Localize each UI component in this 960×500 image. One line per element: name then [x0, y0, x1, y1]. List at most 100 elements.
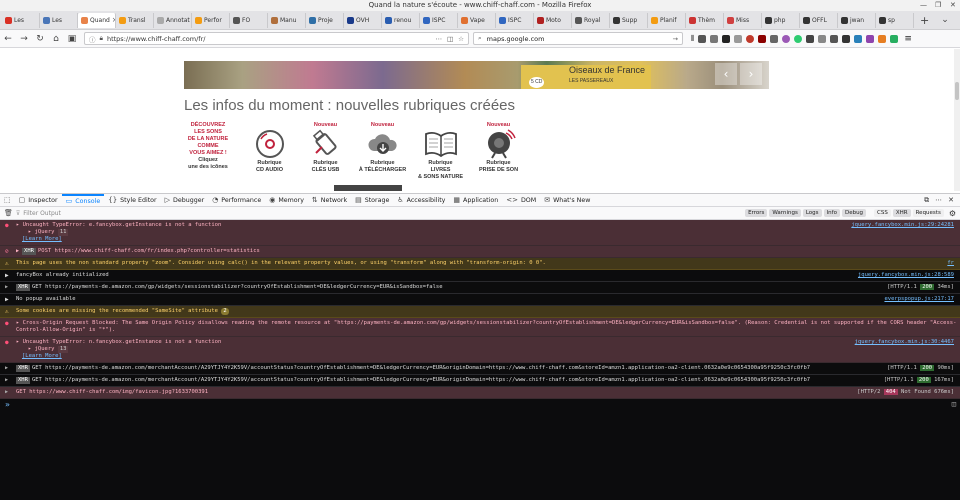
browser-tab[interactable]: Les: [40, 12, 78, 28]
extension-icon[interactable]: [878, 34, 887, 43]
expand-arrow-icon[interactable]: ▸: [28, 229, 35, 235]
browser-tab[interactable]: Transl: [116, 12, 154, 28]
filter-debug-button[interactable]: Debug: [841, 209, 867, 217]
rubrique-prise-de-son[interactable]: Nouveau Rubrique PRISE DE SON: [471, 122, 526, 174]
console-settings-icon[interactable]: ⚙: [949, 209, 956, 218]
pocket-icon[interactable]: ▣: [64, 34, 80, 44]
browser-tab[interactable]: renou: [382, 12, 420, 28]
browser-tab[interactable]: ISPC: [420, 12, 458, 28]
search-go-icon[interactable]: →: [673, 35, 678, 43]
browser-tab[interactable]: jwan: [838, 12, 876, 28]
maximize-icon[interactable]: ❐: [935, 0, 941, 11]
menu-icon[interactable]: ≡: [904, 34, 912, 44]
rubrique-telecharger[interactable]: Nouveau Rubrique À TÉLÉCHARGER: [355, 122, 410, 174]
extension-icon[interactable]: [818, 34, 827, 43]
stack-frame[interactable]: ▸ jQuery 13: [16, 346, 956, 353]
browser-tab[interactable]: Manu: [268, 12, 306, 28]
tab-memory[interactable]: ◉ Memory: [265, 194, 308, 207]
home-icon[interactable]: ⌂: [48, 34, 64, 44]
expand-arrow-icon[interactable]: ▸: [16, 222, 23, 228]
split-console-icon[interactable]: ◫: [952, 400, 956, 408]
filter-requests-button[interactable]: Requests: [912, 209, 944, 217]
clear-console-icon[interactable]: 🗑︎: [4, 209, 13, 217]
page-actions-icon[interactable]: ⋯: [436, 35, 443, 43]
tab-inspector[interactable]: ▢ Inspector: [15, 194, 62, 207]
console-prompt-icon[interactable]: »: [5, 400, 10, 409]
filter-warnings-button[interactable]: Warnings: [769, 209, 801, 217]
banner-next-icon[interactable]: ›: [740, 63, 762, 85]
learn-more-link[interactable]: [Learn More]: [16, 236, 62, 242]
close-window-icon[interactable]: ✕: [950, 0, 956, 11]
page-scrollbar[interactable]: [954, 49, 960, 191]
tab-application[interactable]: ▦ Application: [449, 194, 502, 207]
tab-accessibility[interactable]: ♿︎ Accessibility: [393, 194, 449, 207]
browser-tab[interactable]: Quand×: [78, 12, 116, 28]
filter-input[interactable]: Filter Output: [23, 210, 61, 217]
page-scrollbar-thumb[interactable]: [955, 82, 959, 100]
banner-prev-icon[interactable]: ‹: [715, 63, 737, 85]
product-banner[interactable]: 5 CD Oiseaux de France LES PASSEREAUX ‹ …: [184, 61, 769, 89]
back-icon[interactable]: ←: [0, 34, 16, 44]
source-link[interactable]: fr: [947, 260, 954, 267]
sidebar-icon[interactable]: [698, 34, 707, 43]
extension-icon[interactable]: [746, 34, 755, 43]
extension-icon[interactable]: [866, 34, 875, 43]
more-options-icon[interactable]: ⋯: [935, 196, 942, 205]
console-message[interactable]: ⊘ ▶ XHR POST https://www.chiff-chaff.com/f…: [0, 246, 960, 258]
rubrique-cles-usb[interactable]: Nouveau Rubrique CLÉS USB: [298, 122, 353, 174]
ublock-icon[interactable]: [758, 34, 767, 43]
extension-icon[interactable]: [722, 34, 731, 43]
cd-icon[interactable]: [252, 129, 288, 159]
forward-icon[interactable]: →: [16, 34, 32, 44]
filter-xhr-button[interactable]: XHR: [892, 209, 911, 217]
browser-tab[interactable]: Proje: [306, 12, 344, 28]
extension-icon[interactable]: [794, 34, 803, 43]
browser-tab[interactable]: Royal: [572, 12, 610, 28]
browser-tab[interactable]: sp: [876, 12, 914, 28]
tab-performance[interactable]: ◔ Performance: [208, 194, 265, 207]
browser-tab[interactable]: Supp: [610, 12, 648, 28]
browser-tab[interactable]: Moto: [534, 12, 572, 28]
new-tab-icon[interactable]: +: [914, 14, 935, 27]
banner-product-box[interactable]: 5 CD Oiseaux de France LES PASSEREAUX: [521, 65, 651, 89]
tab-storage[interactable]: ▤ Storage: [351, 194, 393, 207]
extension-icon[interactable]: [842, 34, 851, 43]
url-bar[interactable]: ⓘ 🔒︎ https://www.chiff-chaff.com/fr/ ⋯ ◫…: [84, 32, 469, 45]
browser-tab[interactable]: Thèm: [686, 12, 724, 28]
rubrique-livres[interactable]: Rubrique LIVRES & SONS NATURE: [413, 122, 468, 181]
browser-tab[interactable]: Les: [2, 12, 40, 28]
extension-icon[interactable]: [890, 34, 899, 43]
url-text[interactable]: https://www.chiff-chaff.com/fr/: [107, 35, 205, 43]
dock-icon[interactable]: ⧉: [924, 196, 929, 205]
source-link[interactable]: everpspopup.js:217:17: [884, 296, 954, 303]
bookmark-star-icon[interactable]: ☆: [458, 35, 464, 43]
parabolic-mic-icon[interactable]: [481, 129, 517, 159]
extension-icon[interactable]: [830, 34, 839, 43]
filter-logs-button[interactable]: Logs: [802, 209, 822, 217]
filter-errors-button[interactable]: Errors: [745, 209, 768, 217]
book-icon[interactable]: [423, 129, 459, 159]
lock-icon[interactable]: 🔒︎: [100, 34, 103, 43]
usb-icon[interactable]: [308, 129, 344, 159]
console-message[interactable]: ▶ No popup available everpspopup.js:217:17: [0, 294, 960, 306]
extension-icon[interactable]: [770, 34, 779, 43]
pocket-save-icon[interactable]: ◫: [447, 35, 453, 43]
console-message[interactable]: ▶ GET https://www.chiff-chaff.com/img/fav…: [0, 387, 960, 399]
filter-css-button[interactable]: CSS: [874, 209, 891, 217]
expand-arrow-icon[interactable]: ▸: [16, 320, 23, 326]
browser-tab[interactable]: Planif: [648, 12, 686, 28]
browser-tab[interactable]: FO: [230, 12, 268, 28]
search-bar[interactable]: ⌕ maps.google.com →: [473, 32, 683, 45]
browser-tab[interactable]: OFFL: [800, 12, 838, 28]
filter-info-button[interactable]: Info: [823, 209, 840, 217]
close-devtools-icon[interactable]: ✕: [948, 196, 954, 205]
browser-tab[interactable]: Perfor: [192, 12, 230, 28]
search-input[interactable]: maps.google.com: [487, 35, 545, 43]
console-message[interactable]: ● ▸ Uncaught TypeError: e.fancybox.getIns…: [0, 220, 960, 246]
console-message[interactable]: ▶ XHR GET https://payments-de.amazon.com/m…: [0, 363, 960, 375]
list-tabs-icon[interactable]: ⌄: [935, 15, 955, 25]
tab-console[interactable]: ▭ Console: [61, 193, 105, 207]
expand-arrow-icon[interactable]: ▸: [28, 346, 35, 352]
console-message[interactable]: ● ▸ Cross-Origin Request Blocked: The Sam…: [0, 318, 960, 337]
browser-tab[interactable]: Miss: [724, 12, 762, 28]
